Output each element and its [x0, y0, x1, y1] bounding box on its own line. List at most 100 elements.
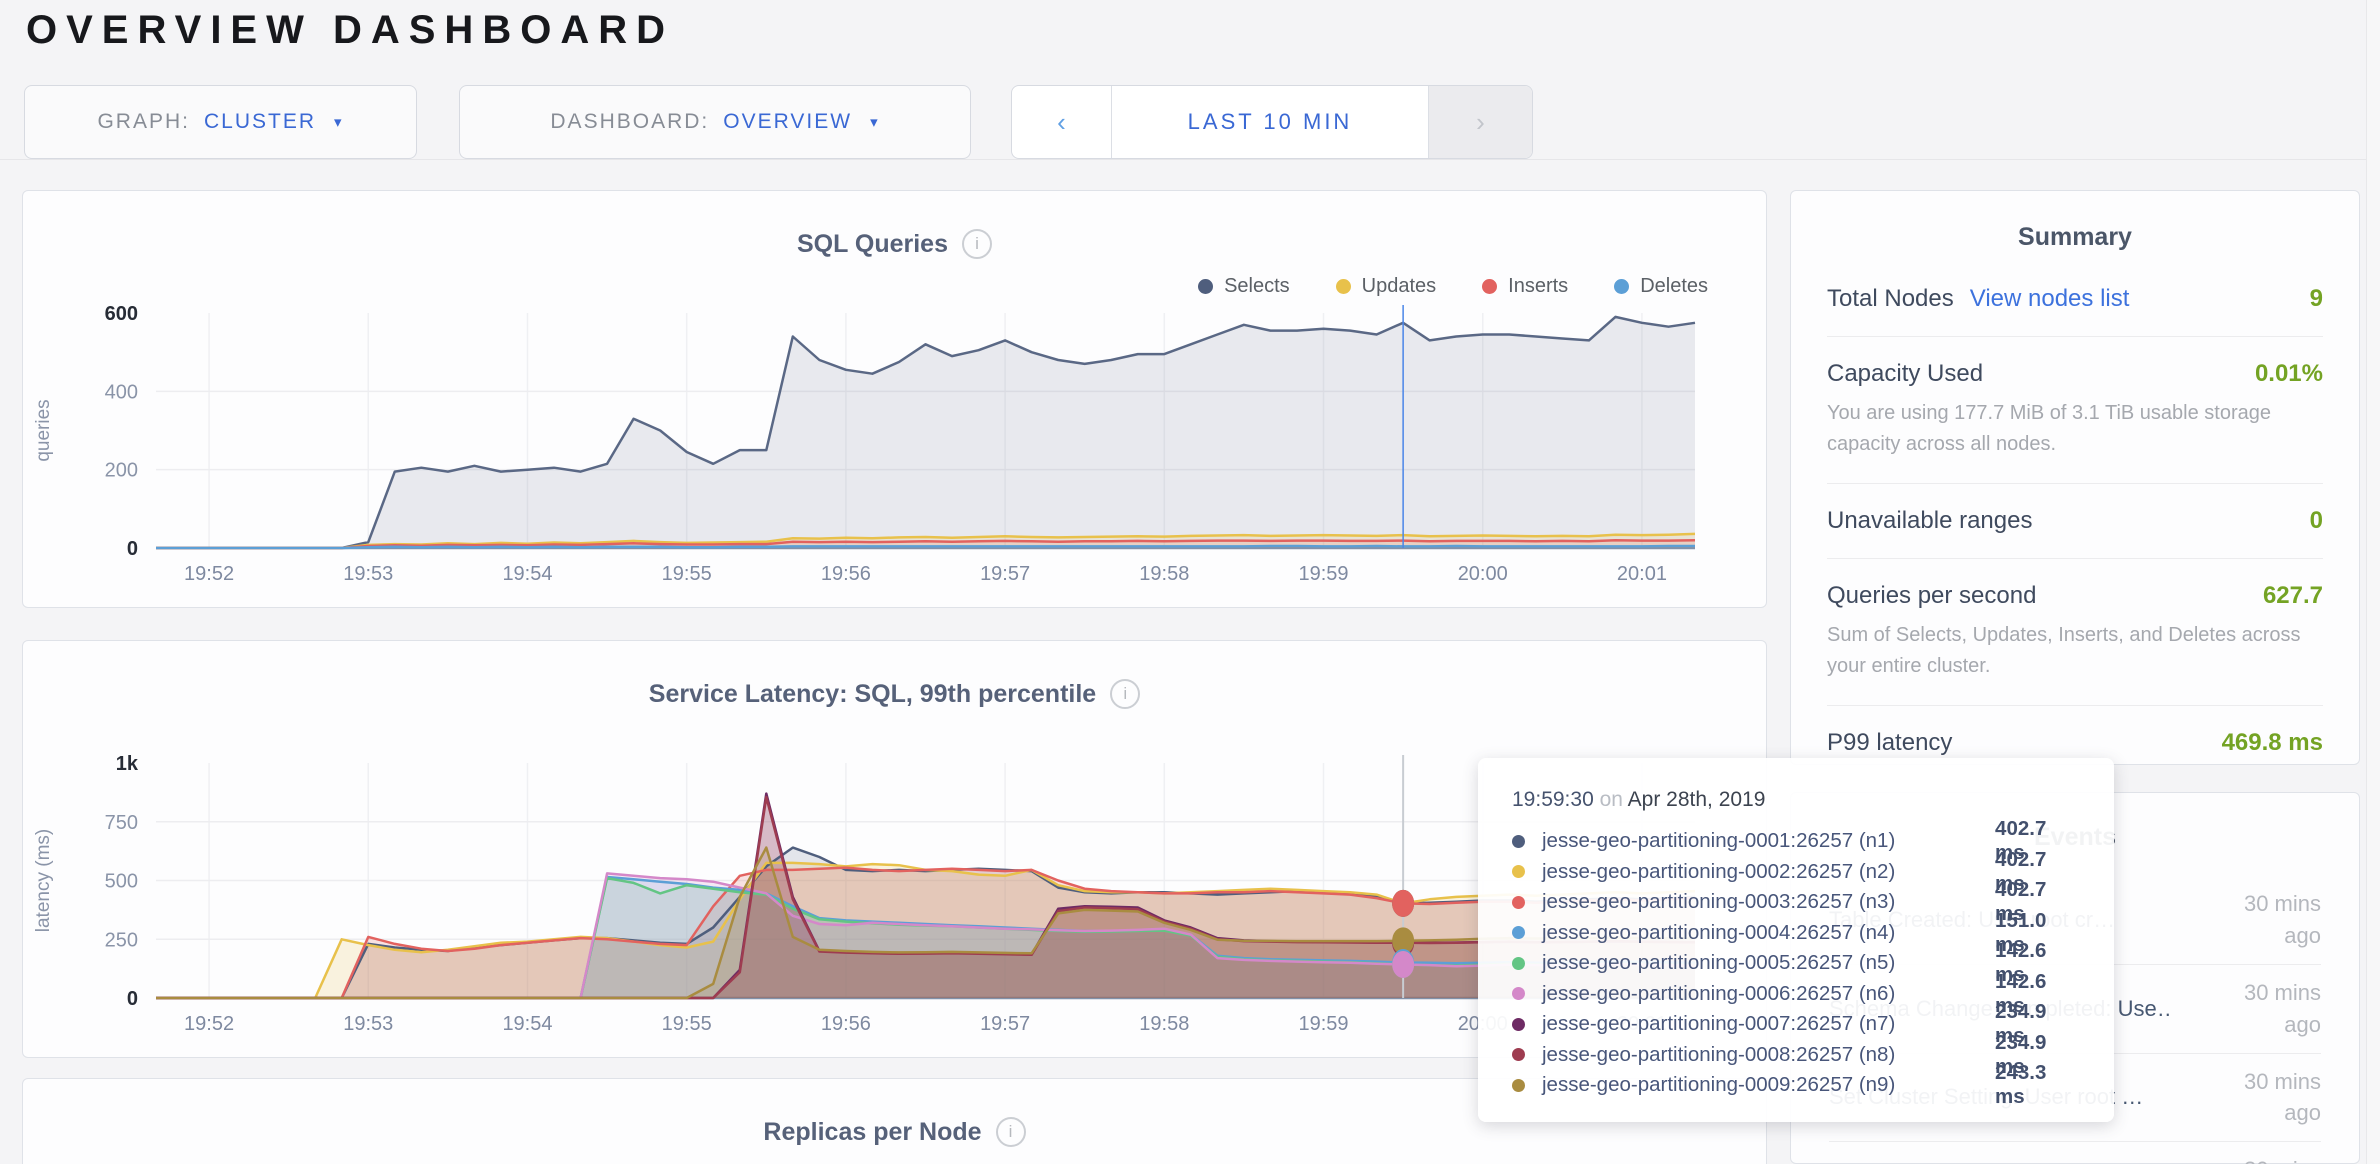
svg-text:19:54: 19:54 — [502, 563, 552, 585]
total-nodes-label: Total Nodes — [1827, 285, 1954, 313]
dashboard-dropdown-value: OVERVIEW — [723, 110, 852, 134]
svg-text:19:58: 19:58 — [1139, 1013, 1189, 1035]
p99-latency-value: 469.8 ms — [2222, 729, 2323, 757]
tooltip-time: 19:59:30 — [1512, 788, 1594, 811]
chevron-left-icon: ‹ — [1057, 107, 1066, 138]
event-row: Table Created: User root cr… 30 mins ago — [1829, 1141, 2321, 1164]
svg-text:19:55: 19:55 — [662, 1013, 712, 1035]
svg-text:latency (ms): latency (ms) — [33, 829, 54, 932]
dashboard-dropdown-label: DASHBOARD: — [550, 110, 709, 134]
info-icon[interactable]: i — [962, 229, 992, 259]
sql-queries-title: SQL Queries — [797, 230, 948, 259]
svg-text:500: 500 — [105, 871, 138, 893]
graph-dropdown-value: CLUSTER — [204, 110, 316, 134]
node-name: jesse-geo-partitioning-0009:26257 (n9) — [1542, 1073, 1995, 1097]
p99-latency-label: P99 latency — [1827, 729, 1952, 757]
header-divider — [0, 159, 2380, 160]
capacity-used-label: Capacity Used — [1827, 360, 1983, 388]
svg-text:200: 200 — [105, 460, 138, 482]
node-dot-icon — [1512, 957, 1525, 970]
svg-text:1k: 1k — [116, 753, 139, 775]
graph-dropdown-label: GRAPH: — [97, 110, 190, 134]
svg-text:250: 250 — [105, 929, 138, 951]
node-dot-icon — [1512, 896, 1525, 909]
time-range-next-button[interactable]: › — [1428, 86, 1532, 158]
svg-text:20:01: 20:01 — [1617, 563, 1667, 585]
node-name: jesse-geo-partitioning-0003:26257 (n3) — [1542, 890, 1995, 914]
event-timestamp: 30 mins ago — [2209, 1154, 2321, 1164]
svg-text:19:59: 19:59 — [1298, 1013, 1348, 1035]
sql-queries-chart[interactable]: 19:5219:5319:5419:5519:5619:5719:5819:59… — [23, 291, 1766, 603]
svg-text:0: 0 — [127, 988, 138, 1010]
svg-text:19:55: 19:55 — [662, 563, 712, 585]
svg-text:queries: queries — [33, 399, 54, 461]
info-icon[interactable]: i — [1110, 679, 1140, 709]
node-dot-icon — [1512, 1018, 1525, 1031]
latency-hover-tooltip: 19:59:30 on Apr 28th, 2019 jesse-geo-par… — [1478, 758, 2114, 1122]
node-latency-value: 243.3 ms — [1995, 1061, 2080, 1109]
node-name: jesse-geo-partitioning-0005:26257 (n5) — [1542, 951, 1995, 975]
summary-row-total-nodes: Total Nodes View nodes list 9 — [1827, 262, 2323, 337]
event-timestamp: 30 mins ago — [2209, 1066, 2321, 1130]
capacity-used-description: You are using 177.7 MiB of 3.1 TiB usabl… — [1827, 398, 2323, 460]
chevron-down-icon: ▾ — [870, 113, 880, 131]
event-timestamp: 30 mins ago — [2209, 888, 2321, 952]
queries-per-second-label: Queries per second — [1827, 582, 2036, 610]
node-name: jesse-geo-partitioning-0001:26257 (n1) — [1542, 829, 1995, 853]
unavailable-ranges-label: Unavailable ranges — [1827, 507, 2032, 535]
queries-per-second-value: 627.7 — [2263, 582, 2323, 610]
svg-text:19:58: 19:58 — [1139, 563, 1189, 585]
tooltip-timestamp: 19:59:30 on Apr 28th, 2019 — [1512, 788, 2080, 812]
svg-text:19:53: 19:53 — [343, 1013, 393, 1035]
node-name: jesse-geo-partitioning-0006:26257 (n6) — [1542, 982, 1995, 1006]
node-dot-icon — [1512, 835, 1525, 848]
node-dot-icon — [1512, 1048, 1525, 1061]
node-name: jesse-geo-partitioning-0002:26257 (n2) — [1542, 860, 1995, 884]
svg-text:400: 400 — [105, 381, 138, 403]
node-name: jesse-geo-partitioning-0004:26257 (n4) — [1542, 921, 1995, 945]
chevron-right-icon: › — [1476, 107, 1485, 138]
queries-per-second-description: Sum of Selects, Updates, Inserts, and De… — [1827, 620, 2323, 682]
info-icon[interactable]: i — [996, 1117, 1026, 1147]
svg-text:19:53: 19:53 — [343, 563, 393, 585]
tooltip-row: jesse-geo-partitioning-0009:26257 (n9) 2… — [1512, 1070, 2080, 1101]
node-name: jesse-geo-partitioning-0007:26257 (n7) — [1542, 1012, 1995, 1036]
time-range-selector: ‹ LAST 10 MIN › — [1011, 85, 1533, 159]
scrollbar[interactable] — [2366, 0, 2380, 1164]
svg-text:0: 0 — [127, 538, 138, 560]
svg-text:19:52: 19:52 — [184, 1013, 234, 1035]
view-nodes-list-link[interactable]: View nodes list — [1970, 285, 2130, 313]
tooltip-date: Apr 28th, 2019 — [1628, 788, 1766, 811]
page-title: OVERVIEW DASHBOARD — [26, 8, 674, 53]
time-range-prev-button[interactable]: ‹ — [1012, 86, 1112, 158]
chevron-down-icon: ▾ — [334, 113, 344, 131]
summary-row-qps: Queries per second 627.7 Sum of Selects,… — [1827, 559, 2323, 706]
node-dot-icon — [1512, 987, 1525, 1000]
service-latency-title: Service Latency: SQL, 99th percentile — [649, 680, 1096, 709]
summary-row-unavailable-ranges: Unavailable ranges 0 — [1827, 484, 2323, 559]
graph-dropdown[interactable]: GRAPH: CLUSTER ▾ — [24, 85, 417, 159]
event-timestamp: 30 mins ago — [2209, 977, 2321, 1041]
svg-text:20:00: 20:00 — [1458, 563, 1508, 585]
svg-text:19:59: 19:59 — [1298, 563, 1348, 585]
node-name: jesse-geo-partitioning-0008:26257 (n8) — [1542, 1043, 1995, 1067]
svg-text:19:56: 19:56 — [821, 563, 871, 585]
node-dot-icon — [1512, 865, 1525, 878]
svg-text:19:56: 19:56 — [821, 1013, 871, 1035]
summary-panel: Summary Total Nodes View nodes list 9 Ca… — [1790, 190, 2360, 765]
node-dot-icon — [1512, 1079, 1525, 1092]
sql-queries-panel: SQL Queries i Selects Updates Inserts De… — [22, 190, 1767, 608]
replicas-per-node-title: Replicas per Node — [763, 1118, 981, 1147]
svg-text:750: 750 — [105, 812, 138, 834]
dashboard-dropdown[interactable]: DASHBOARD: OVERVIEW ▾ — [459, 85, 971, 159]
svg-text:600: 600 — [105, 303, 138, 325]
summary-title: Summary — [1791, 191, 2359, 252]
time-range-value[interactable]: LAST 10 MIN — [1112, 86, 1428, 158]
summary-row-capacity: Capacity Used 0.01% You are using 177.7 … — [1827, 337, 2323, 484]
unavailable-ranges-value: 0 — [2310, 507, 2323, 535]
svg-text:19:57: 19:57 — [980, 1013, 1030, 1035]
svg-text:19:52: 19:52 — [184, 563, 234, 585]
capacity-used-value: 0.01% — [2255, 360, 2323, 388]
node-dot-icon — [1512, 926, 1525, 939]
total-nodes-value: 9 — [2310, 285, 2323, 313]
